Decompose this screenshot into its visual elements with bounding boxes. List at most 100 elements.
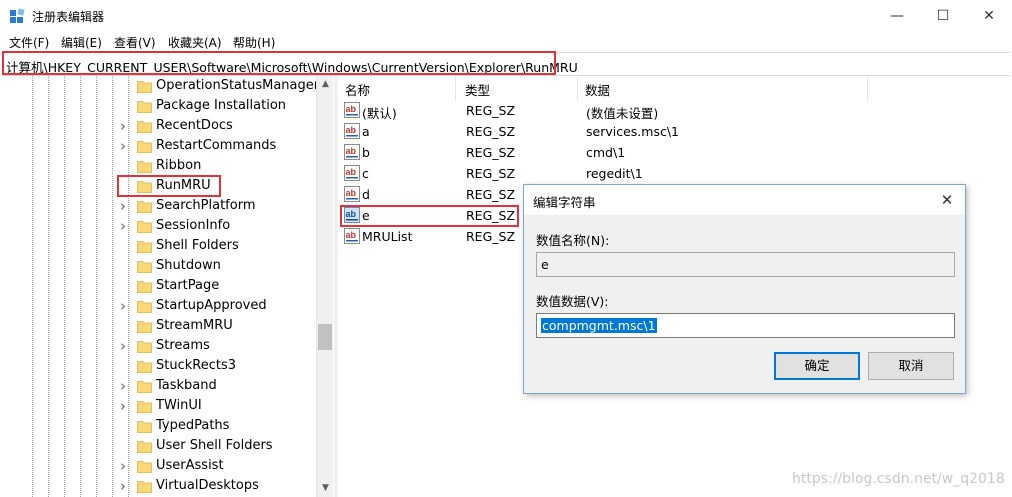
value-type: REG_SZ [466, 229, 516, 244]
value-row[interactable]: ab b REG_SZ cmd\1 [338, 142, 1012, 163]
chevron-right-icon[interactable]: › [120, 379, 130, 394]
tree-item[interactable]: › UserAssist [0, 457, 316, 477]
chevron-right-icon[interactable]: › [120, 199, 130, 214]
tree-item-label: StreamMRU [156, 318, 233, 333]
value-data-input[interactable]: compmgmt.msc\1 [536, 313, 955, 338]
tree-item[interactable]: StuckRects3 [0, 357, 316, 377]
folder-icon [137, 141, 152, 153]
tree-item[interactable]: › StartupApproved [0, 297, 316, 317]
chevron-right-icon[interactable]: › [120, 219, 130, 234]
value-name: (默认) [362, 106, 397, 121]
tree-item-label: Package Installation [156, 98, 287, 113]
chevron-right-icon[interactable]: › [120, 339, 130, 354]
value-data: regedit\1 [586, 166, 643, 181]
tree-item[interactable]: Ribbon [0, 157, 316, 177]
value-type: REG_SZ [466, 208, 516, 223]
value-name-label: 数值名称(N): [536, 233, 610, 248]
value-row[interactable]: ab (默认) REG_SZ (数值未设置) [338, 100, 1012, 121]
scroll-thumb[interactable] [318, 324, 332, 350]
column-header-data[interactable]: 数据 [578, 76, 868, 100]
value-type: REG_SZ [466, 187, 516, 202]
tree-item-label: SearchPlatform [156, 198, 256, 213]
svg-text:ab: ab [346, 104, 357, 114]
watermark: https://blog.csdn.net/w_q2018 [792, 471, 1005, 487]
tree-item[interactable]: › VirtualDesktops [0, 477, 316, 497]
tree-item[interactable]: › RestartCommands [0, 137, 316, 157]
chevron-right-icon[interactable]: › [120, 459, 130, 474]
tree-item[interactable]: › Taskband [0, 377, 316, 397]
window-title: 注册表编辑器 [32, 10, 105, 24]
tree-item[interactable]: › RecentDocs [0, 117, 316, 137]
value-data: services.msc\1 [586, 124, 679, 139]
scroll-up-icon[interactable]: ▲ [317, 76, 334, 93]
tree-item[interactable]: › SessionInfo [0, 217, 316, 237]
minimize-button[interactable]: — [874, 0, 920, 32]
value-type: REG_SZ [466, 166, 516, 181]
tree-item-label: RecentDocs [156, 118, 233, 133]
tree-item-label: TypedPaths [156, 418, 230, 433]
menu-help[interactable]: 帮助(H) [233, 34, 275, 51]
maximize-button[interactable]: ☐ [920, 0, 966, 32]
address-bar[interactable]: 计算机\HKEY_CURRENT_USER\Software\Microsoft… [2, 52, 1010, 76]
chevron-right-icon[interactable]: › [120, 479, 130, 494]
tree-item-label: RunMRU [156, 178, 211, 193]
chevron-right-icon[interactable]: › [120, 139, 130, 154]
chevron-right-icon[interactable]: › [120, 119, 130, 134]
tree-item[interactable]: › SearchPlatform [0, 197, 316, 217]
value-row[interactable]: ab a REG_SZ services.msc\1 [338, 121, 1012, 142]
scroll-down-icon[interactable]: ▼ [317, 480, 334, 497]
reg-sz-icon: ab [344, 144, 360, 160]
value-data: cmd\1 [586, 145, 626, 160]
menu-favorites[interactable]: 收藏夹(A) [168, 34, 222, 51]
ok-button[interactable]: 确定 [774, 352, 860, 380]
column-header-type[interactable]: 类型 [458, 76, 578, 100]
tree-item-label: StuckRects3 [156, 358, 236, 373]
value-name: d [362, 187, 370, 202]
title-bar: 注册表编辑器 — ☐ ✕ [0, 0, 1012, 32]
chevron-right-icon[interactable]: › [120, 299, 130, 314]
value-name-field: e [536, 252, 955, 277]
tree-item[interactable]: StreamMRU [0, 317, 316, 337]
menu-file[interactable]: 文件(F) [9, 34, 49, 51]
value-data-label: 数值数据(V): [536, 294, 609, 309]
svg-text:ab: ab [346, 167, 357, 177]
value-data: (数值未设置) [586, 106, 659, 121]
tree-item-label: Shell Folders [156, 238, 239, 253]
chevron-right-icon[interactable]: › [120, 399, 130, 414]
value-name-text: e [541, 257, 549, 272]
tree-scrollbar[interactable]: ▲ ▼ [316, 76, 333, 497]
tree-item[interactable]: Shutdown [0, 257, 316, 277]
folder-icon [137, 261, 152, 273]
tree-item[interactable]: Package Installation [0, 97, 316, 117]
svg-text:ab: ab [346, 125, 357, 135]
dialog-close-icon[interactable]: ✕ [937, 190, 957, 210]
folder-icon [137, 201, 152, 213]
folder-icon [137, 301, 152, 313]
tree-item[interactable]: TypedPaths [0, 417, 316, 437]
tree-item-label: Ribbon [156, 158, 202, 173]
minimize-icon: — [890, 8, 904, 24]
cancel-button[interactable]: 取消 [868, 352, 954, 380]
tree-item-label: Shutdown [156, 258, 221, 273]
menu-view[interactable]: 查看(V) [114, 34, 156, 51]
tree-item-label: StartupApproved [156, 298, 267, 313]
folder-icon [137, 181, 152, 193]
tree-item[interactable]: RunMRU [0, 177, 316, 197]
value-row[interactable]: ab c REG_SZ regedit\1 [338, 163, 1012, 184]
tree-item[interactable]: OperationStatusManager [0, 77, 319, 97]
tree-item[interactable]: › TWinUI [0, 397, 316, 417]
close-button[interactable]: ✕ [966, 0, 1012, 32]
value-name: b [362, 145, 370, 160]
folder-icon [137, 341, 152, 353]
address-path: 计算机\HKEY_CURRENT_USER\Software\Microsoft… [6, 60, 578, 75]
reg-sz-icon: ab [344, 165, 360, 181]
column-header-name[interactable]: 名称 [338, 76, 456, 100]
tree-item[interactable]: StartPage [0, 277, 316, 297]
tree-item[interactable]: User Shell Folders [0, 437, 316, 457]
edit-string-dialog: 编辑字符串 ✕ 数值名称(N): e 数值数据(V): compmgmt.msc… [523, 184, 966, 394]
tree-item[interactable]: Shell Folders [0, 237, 316, 257]
dialog-title-bar: 编辑字符串 ✕ [524, 185, 965, 215]
folder-icon [137, 461, 152, 473]
tree-item[interactable]: › Streams [0, 337, 316, 357]
menu-edit[interactable]: 编辑(E) [61, 34, 102, 51]
